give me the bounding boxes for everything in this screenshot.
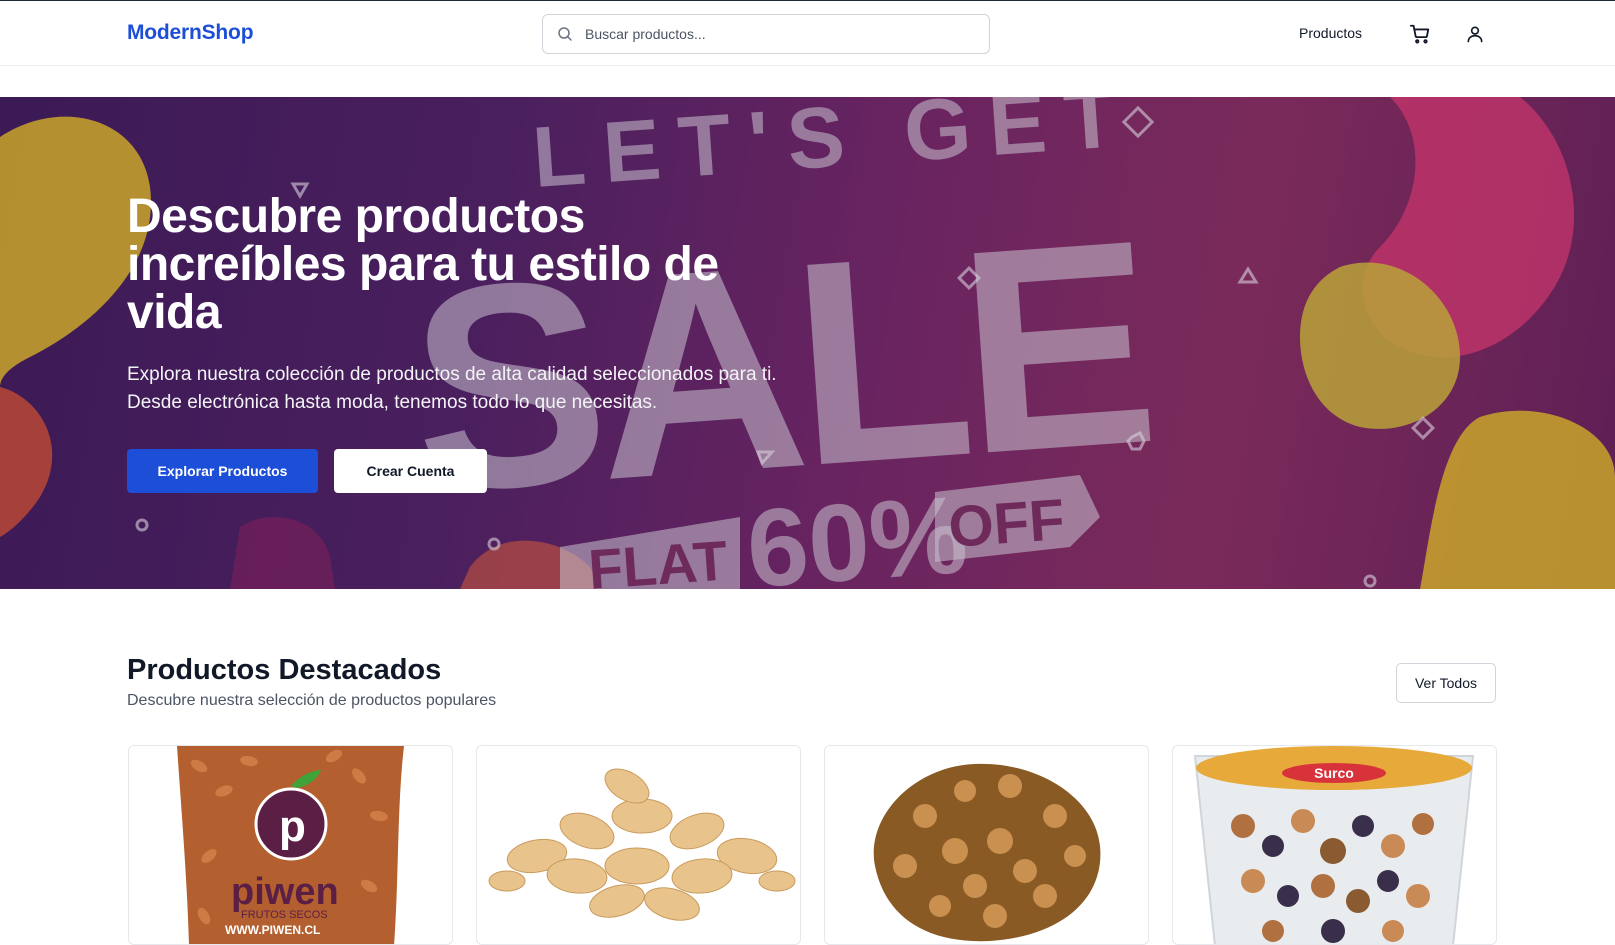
product-card[interactable]: Surco — [1172, 745, 1497, 945]
product-image-walnuts — [873, 763, 1101, 942]
cart-button[interactable] — [1408, 22, 1432, 46]
header-spacer — [0, 67, 1615, 97]
user-icon — [1467, 26, 1483, 43]
view-all-button[interactable]: Ver Todos — [1396, 663, 1496, 703]
sale-banner-image: LET'S GET SALE 60% FLAT OFF — [0, 97, 1615, 589]
product-card[interactable] — [824, 745, 1149, 945]
hero-title: Descubre productos increíbles para tu es… — [127, 190, 719, 339]
logo[interactable]: ModernShop — [127, 21, 254, 45]
hero-description: Explora nuestra colección de productos d… — [127, 364, 777, 413]
banner-text-flat: FLAT — [586, 528, 729, 589]
banner-text-off: OFF — [946, 487, 1066, 560]
account-button[interactable] — [1463, 22, 1487, 46]
product-brand-tag: FRUTOS SECOS — [241, 909, 328, 921]
hero-banner: LET'S GET SALE 60% FLAT OFF Descubre pro… — [0, 97, 1615, 589]
product-image-mixed-nuts: Surco — [1193, 746, 1475, 944]
product-image-almonds: p piwen FRUTOS SECOS WWW.PIWEN.CL — [177, 746, 404, 944]
search-icon — [557, 26, 573, 42]
cart-icon — [1409, 24, 1430, 44]
nav-link-products[interactable]: Productos — [1299, 25, 1362, 41]
product-brand-letter: p — [279, 802, 306, 851]
explore-products-button[interactable]: Explorar Productos — [127, 449, 318, 493]
site-header: ModernShop Productos — [0, 1, 1615, 66]
featured-title: Productos Destacados — [127, 654, 442, 686]
create-account-button[interactable]: Crear Cuenta — [334, 449, 487, 493]
featured-subtitle: Descubre nuestra selección de productos … — [127, 692, 497, 709]
product-brand: piwen — [231, 871, 339, 913]
search-input[interactable] — [585, 26, 965, 42]
product-image-peanuts — [488, 768, 796, 921]
product-card[interactable] — [476, 745, 801, 945]
product-brand: Surco — [1314, 765, 1354, 781]
product-brand-url: WWW.PIWEN.CL — [225, 923, 320, 937]
product-card[interactable]: p piwen FRUTOS SECOS WWW.PIWEN.CL — [128, 745, 453, 945]
search-bar[interactable] — [542, 14, 990, 54]
